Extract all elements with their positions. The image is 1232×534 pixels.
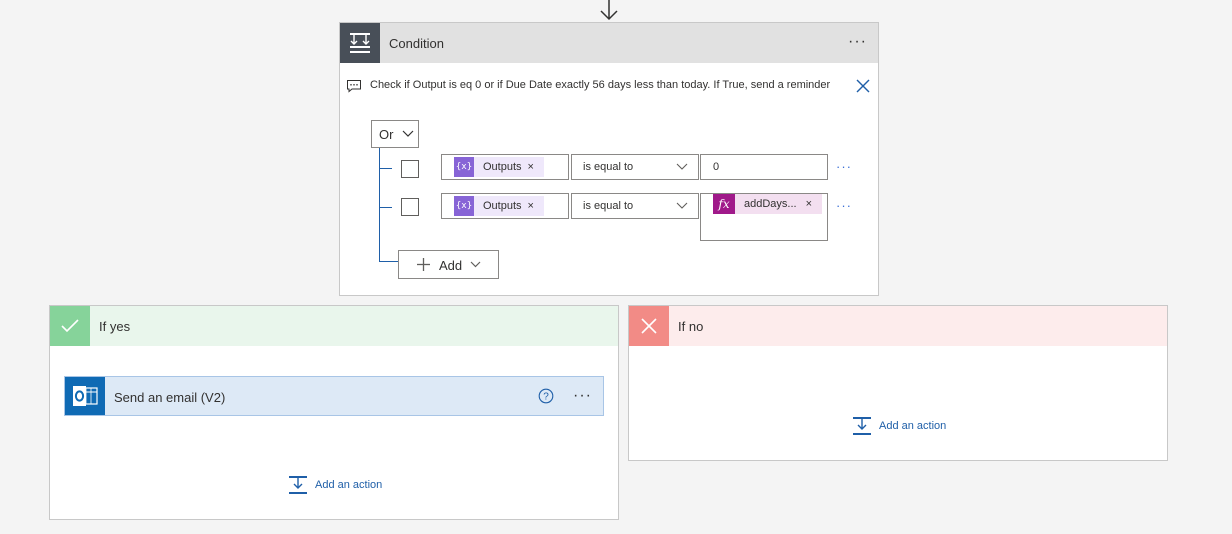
expression-token: fx addDays... × [713,194,823,214]
add-action-label: Add an action [315,479,383,491]
group-operator-select[interactable]: Or [371,120,419,148]
condition-header[interactable]: Condition ··· [340,23,878,63]
action-title: Send an email (V2) [114,390,226,405]
operator-label: is equal to [583,161,634,173]
tree-branch [379,207,392,208]
cross-icon [629,306,669,346]
chevron-down-icon [470,261,481,268]
row-menu-button[interactable]: ··· [836,159,852,174]
value-text: 0 [713,161,720,173]
condition-card: Condition ··· Check if Output is eq 0 or… [339,22,879,296]
add-label: Add [439,258,463,273]
add-action-button[interactable]: Add an action [852,416,946,436]
operator-label: is equal to [583,200,634,212]
function-icon: fx [713,194,735,214]
expression-label: addDays... [744,198,797,210]
outputs-token: {x} Outputs × [454,196,544,216]
if-no-title: If no [678,319,704,334]
chevron-down-icon [402,130,414,137]
token-label: Outputs [483,200,522,212]
remove-token-button[interactable]: × [528,161,534,173]
condition-title: Condition [389,36,444,51]
outlook-icon [65,377,105,415]
tree-branch [379,168,392,169]
add-action-label: Add an action [879,420,947,432]
left-operand-field[interactable]: {x} Outputs × [441,154,569,180]
chevron-down-icon [676,202,688,209]
right-operand-field[interactable]: fx addDays... × [700,193,828,241]
add-action-icon [289,476,307,494]
token-label: Outputs [483,161,522,173]
add-action-button[interactable]: Add an action [288,475,382,495]
if-yes-header[interactable]: If yes [50,306,618,346]
operator-select[interactable]: is equal to [571,154,699,180]
if-yes-branch: If yes Send an email (V2) ? ··· Add an a… [49,305,619,520]
condition-comment: Check if Output is eq 0 or if Due Date e… [346,76,872,96]
if-yes-title: If yes [99,319,131,334]
condition-menu-button[interactable]: ··· [848,34,867,50]
outputs-token: {x} Outputs × [454,157,544,177]
add-condition-button[interactable]: Add [398,250,499,279]
add-action-icon [853,417,871,435]
comment-text: Check if Output is eq 0 or if Due Date e… [370,79,831,91]
tree-line [379,148,380,261]
remove-token-button[interactable]: × [528,200,534,212]
group-operator-label: Or [379,127,394,142]
row-checkbox[interactable] [401,198,419,216]
if-no-branch: If no Add an action [628,305,1168,461]
operator-select[interactable]: is equal to [571,193,699,219]
left-operand-field[interactable]: {x} Outputs × [441,193,569,219]
tree-branch [379,261,399,262]
send-email-action[interactable]: Send an email (V2) ? ··· [64,376,604,416]
remove-token-button[interactable]: × [806,198,812,210]
action-menu-button[interactable]: ··· [573,388,592,404]
plus-icon [417,258,430,271]
variable-icon: {x} [454,196,474,216]
check-icon [50,306,90,346]
close-icon[interactable] [854,77,872,95]
arrow-down-icon [600,0,618,21]
svg-text:?: ? [543,392,549,403]
condition-icon [340,23,380,63]
help-icon[interactable]: ? [538,388,554,404]
if-no-header[interactable]: If no [629,306,1167,346]
row-menu-button[interactable]: ··· [836,198,852,213]
variable-icon: {x} [454,157,474,177]
right-operand-field[interactable]: 0 [700,154,828,180]
row-checkbox[interactable] [401,160,419,178]
comment-icon [347,80,361,93]
chevron-down-icon [676,163,688,170]
